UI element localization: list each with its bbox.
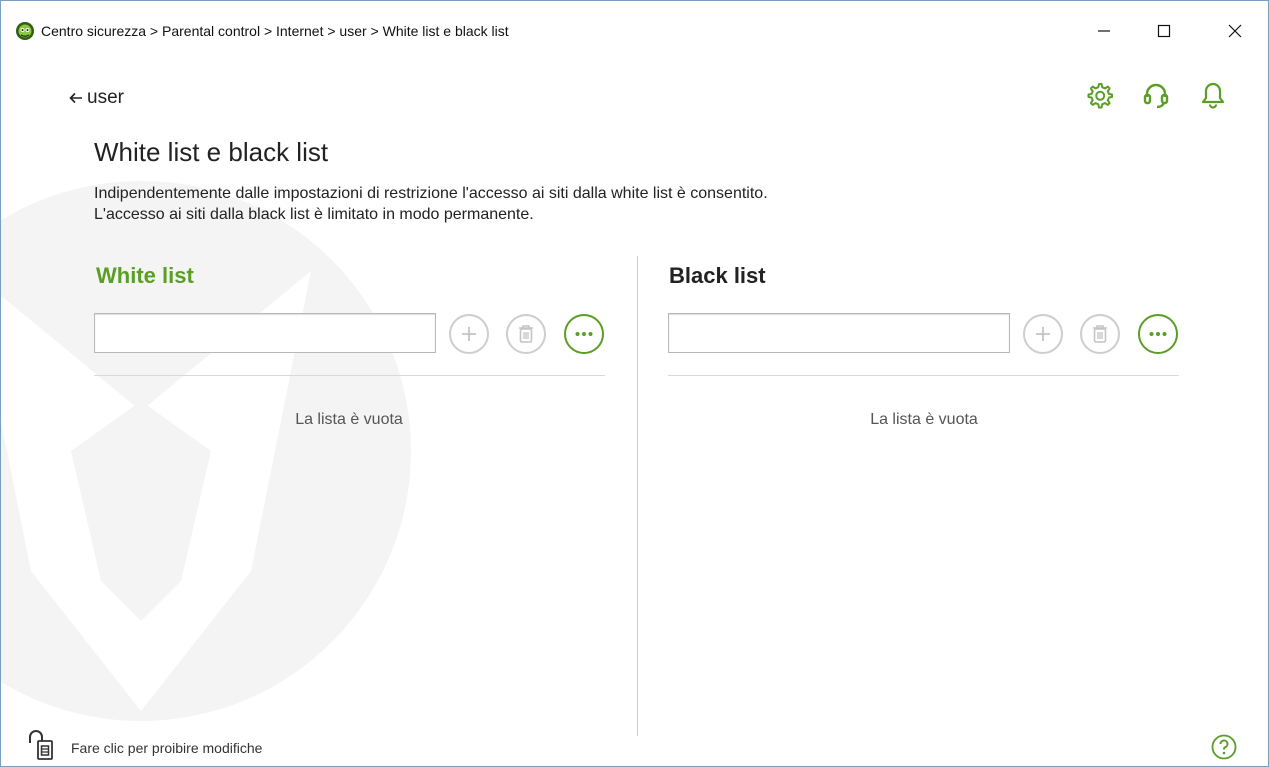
- panels-divider: [637, 256, 638, 736]
- page-title: White list e black list: [94, 137, 329, 167]
- minimize-icon: [1098, 30, 1110, 32]
- minimize-button[interactable]: [1081, 11, 1127, 51]
- title-bar: Centro sicurezza > Parental control > In…: [1, 1, 1268, 61]
- lock-settings-button[interactable]: Fare clic per proibire modifiche: [27, 729, 262, 761]
- more-options-icon: [575, 332, 593, 336]
- trash-icon: [519, 325, 533, 343]
- black-list-more-button[interactable]: [1138, 314, 1178, 354]
- unlocked-padlock-icon: [29, 730, 53, 760]
- maximize-button[interactable]: [1141, 11, 1187, 51]
- maximize-icon: [1157, 24, 1171, 38]
- arrow-left-icon: [69, 92, 82, 104]
- app-window: Centro sicurezza > Parental control > In…: [0, 0, 1269, 767]
- white-list-separator: [94, 375, 605, 376]
- black-list-input[interactable]: [668, 313, 1010, 353]
- white-list-empty-message: La lista è vuota: [295, 411, 403, 428]
- notifications-button[interactable]: [1197, 79, 1229, 111]
- white-list-add-button[interactable]: [449, 314, 489, 354]
- back-label: user: [87, 87, 124, 108]
- close-button[interactable]: [1212, 11, 1258, 51]
- black-list-delete-button[interactable]: [1080, 314, 1120, 354]
- settings-button[interactable]: [1083, 79, 1115, 111]
- notifications-bell-icon: [1201, 82, 1225, 109]
- trash-icon: [1093, 325, 1107, 343]
- black-list-empty-message: La lista è vuota: [870, 411, 978, 428]
- description-line-1: Indipendentemente dalle impostazioni di …: [94, 185, 768, 202]
- page-description: Indipendentemente dalle impostazioni di …: [94, 183, 768, 225]
- white-list-input[interactable]: [94, 313, 436, 353]
- back-button[interactable]: user: [69, 87, 124, 109]
- add-icon: [462, 327, 476, 341]
- description-line-2: L'accesso ai siti dalla black list è lim…: [94, 206, 534, 223]
- window-breadcrumb: Centro sicurezza > Parental control > In…: [41, 23, 509, 39]
- more-options-icon: [1149, 332, 1167, 336]
- white-list-more-button[interactable]: [564, 314, 604, 354]
- close-icon: [1228, 24, 1242, 38]
- white-list-delete-button[interactable]: [506, 314, 546, 354]
- help-icon: [1211, 734, 1237, 760]
- support-button[interactable]: [1140, 79, 1172, 111]
- help-button[interactable]: [1211, 734, 1237, 760]
- white-list-title: White list: [96, 263, 194, 288]
- background-watermark-logo: [1, 181, 411, 721]
- lock-label: Fare clic per proibire modifiche: [71, 740, 263, 756]
- settings-icon: [1087, 83, 1113, 109]
- black-list-title: Black list: [669, 263, 766, 288]
- app-spider-logo-icon: [16, 22, 34, 40]
- black-list-add-button[interactable]: [1023, 314, 1063, 354]
- add-icon: [1036, 327, 1050, 341]
- support-headset-icon: [1143, 83, 1169, 109]
- black-list-separator: [668, 375, 1179, 376]
